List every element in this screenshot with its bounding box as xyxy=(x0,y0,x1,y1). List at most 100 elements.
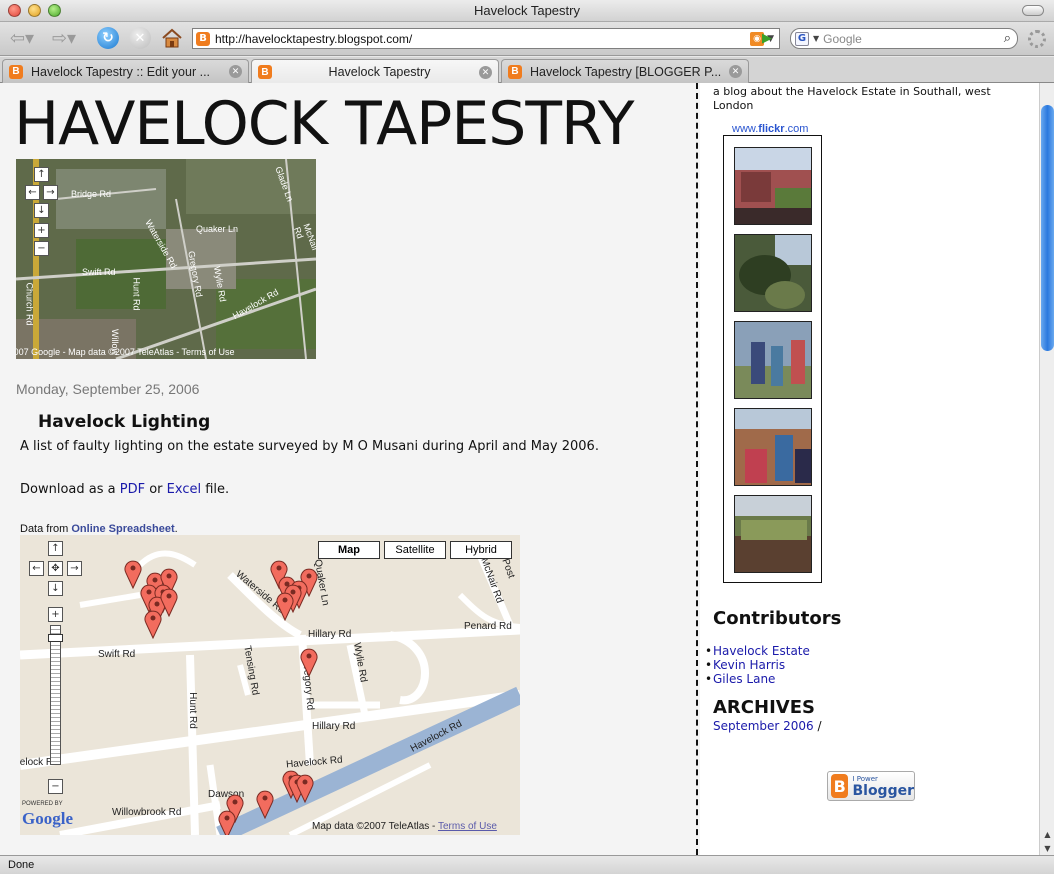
tab-havelock-tapestry[interactable]: B Havelock Tapestry ✕ xyxy=(251,59,499,84)
url-text[interactable]: http://havelocktapestry.blogspot.com/ xyxy=(215,32,750,46)
pan-right-button[interactable]: → xyxy=(43,185,58,200)
map-copyright: ©2007 Google - Map data ©2007 TeleAtlas … xyxy=(16,347,235,357)
tab-close-icon[interactable]: ✕ xyxy=(479,65,492,79)
post-title[interactable]: Havelock Lighting xyxy=(38,412,210,432)
zoom-out-button[interactable]: − xyxy=(48,779,63,794)
stop-button[interactable]: ✕ xyxy=(128,26,152,50)
zoom-in-button[interactable]: + xyxy=(48,607,63,622)
zoom-in-button[interactable]: + xyxy=(34,223,49,238)
pan-up-button[interactable]: ↑ xyxy=(48,541,63,556)
street-label: Swift Rd xyxy=(98,649,136,660)
map-type-map-button[interactable]: Map xyxy=(318,541,380,559)
contributor-link[interactable]: Havelock Estate xyxy=(713,644,810,658)
pan-left-button[interactable]: ← xyxy=(25,185,40,200)
archive-link[interactable]: September 2006 xyxy=(713,719,814,733)
tab-close-icon[interactable]: ✕ xyxy=(229,65,242,78)
map-marker-icon[interactable] xyxy=(160,587,178,617)
map-marker-icon[interactable] xyxy=(296,773,314,803)
list-item: Havelock Estate xyxy=(705,644,810,658)
tab-bar: B Havelock Tapestry :: Edit your ... ✕ B… xyxy=(0,57,1054,84)
pdf-link[interactable]: PDF xyxy=(120,482,145,497)
vertical-scrollbar[interactable]: ▲ ▼ xyxy=(1039,83,1054,855)
tab-close-icon[interactable]: ✕ xyxy=(729,65,742,78)
archive-separator: / xyxy=(817,719,822,733)
street-label: Hillary Rd xyxy=(308,629,352,640)
post-date: Monday, September 25, 2006 xyxy=(16,381,200,397)
street-label: Swift Rd xyxy=(82,267,116,277)
flickr-photo[interactable] xyxy=(734,234,812,312)
google-logo[interactable]: Google xyxy=(22,809,73,829)
blogger-badge[interactable]: B I Power Blogger xyxy=(827,771,915,801)
flickr-photo[interactable] xyxy=(734,495,812,573)
map-type-satellite-button[interactable]: Satellite xyxy=(384,541,446,559)
zoom-slider[interactable] xyxy=(48,625,63,765)
pan-right-button[interactable]: → xyxy=(67,561,82,576)
data-from-suffix: . xyxy=(174,523,178,535)
search-engine-icon[interactable]: G xyxy=(795,31,809,46)
pan-left-button[interactable]: ← xyxy=(29,561,44,576)
download-prefix: Download as a xyxy=(20,482,116,497)
forward-button[interactable]: ⇨▾ xyxy=(46,26,82,50)
blogger-logo-icon: B xyxy=(831,774,849,798)
online-spreadsheet-link[interactable]: Online Spreadsheet xyxy=(71,523,174,535)
scroll-up-button[interactable]: ▲ xyxy=(1040,827,1054,841)
scrollbar-thumb[interactable] xyxy=(1041,105,1054,351)
reload-button[interactable]: ↻ xyxy=(96,26,120,50)
flickr-link[interactable]: www.flickr.com xyxy=(732,123,808,135)
search-box[interactable]: G ▼ Google ⌕ xyxy=(790,28,1018,49)
scroll-down-button[interactable]: ▼ xyxy=(1040,841,1054,855)
map-marker-icon[interactable] xyxy=(276,591,294,621)
browser-window: Havelock Tapestry ⇦▾ ⇨▾ ↻ ✕ B http://hav… xyxy=(0,0,1054,874)
terms-of-use-link[interactable]: Terms of Use xyxy=(438,821,497,832)
street-label: Hillary Rd xyxy=(312,721,356,732)
title-bar: Havelock Tapestry xyxy=(0,0,1054,22)
zoom-out-button[interactable]: − xyxy=(34,241,49,256)
reload-icon: ↻ xyxy=(97,27,119,49)
excel-link[interactable]: Excel xyxy=(167,482,201,497)
page-viewport: HAVELOCK TAPESTRY Bridge Rd Quaker Ln Gl… xyxy=(0,83,1039,855)
tab-blogger-preview[interactable]: B Havelock Tapestry [BLOGGER P... ✕ xyxy=(501,59,749,83)
map-marker-icon[interactable] xyxy=(300,647,318,677)
post-body: A list of faulty lighting on the estate … xyxy=(20,439,599,454)
search-input[interactable]: Google xyxy=(823,32,1004,46)
contributor-link[interactable]: Giles Lane xyxy=(713,672,775,686)
street-map[interactable]: Waterside Rd Quaker Ln McNair Rd Post Pe… xyxy=(20,535,520,835)
map-marker-icon[interactable] xyxy=(218,809,236,835)
home-button[interactable] xyxy=(160,26,184,50)
minus-icon: − xyxy=(51,781,60,792)
flickr-photo[interactable] xyxy=(734,147,812,225)
pan-down-button[interactable]: ↓ xyxy=(48,581,63,596)
pan-center-button[interactable]: ✥ xyxy=(48,561,63,576)
list-item: Kevin Harris xyxy=(705,658,810,672)
go-button[interactable]: ▶ xyxy=(760,30,774,46)
flickr-photo[interactable] xyxy=(734,408,812,486)
flickr-photo[interactable] xyxy=(734,321,812,399)
search-engine-dropdown-icon[interactable]: ▼ xyxy=(813,34,819,43)
contributors-list: Havelock Estate Kevin Harris Giles Lane xyxy=(705,644,810,686)
map-marker-icon[interactable] xyxy=(144,609,162,639)
map-marker-icon[interactable] xyxy=(256,789,274,819)
address-bar[interactable]: B http://havelocktapestry.blogspot.com/ … xyxy=(192,28,780,49)
contributor-link[interactable]: Kevin Harris xyxy=(713,658,785,672)
map-type-hybrid-button[interactable]: Hybrid xyxy=(450,541,512,559)
zoom-slider-thumb[interactable] xyxy=(48,634,63,642)
pan-up-button[interactable]: ↑ xyxy=(34,167,49,182)
sidebar: a blog about the Havelock Estate in Sout… xyxy=(700,83,1039,855)
magnifier-icon[interactable]: ⌕ xyxy=(1004,31,1011,46)
file-suffix: file. xyxy=(205,482,230,497)
pan-down-button[interactable]: ↓ xyxy=(34,203,49,218)
tab-label: Havelock Tapestry [BLOGGER P... xyxy=(530,64,722,79)
street-label: Penard Rd xyxy=(464,621,512,632)
blogger-favicon-icon: B xyxy=(508,64,522,79)
toolbar-toggle-button[interactable] xyxy=(1022,5,1044,16)
go-arrow-icon: ▶ xyxy=(762,30,772,46)
arrow-left-icon: ← xyxy=(32,563,41,574)
column-divider xyxy=(696,83,698,855)
tab-edit[interactable]: B Havelock Tapestry :: Edit your ... ✕ xyxy=(2,59,249,83)
back-button[interactable]: ⇦▾ xyxy=(4,26,40,50)
blogger-favicon-icon: B xyxy=(196,31,210,46)
site-title[interactable]: HAVELOCK TAPESTRY xyxy=(14,89,634,159)
archives-line: September 2006 / xyxy=(713,719,822,733)
status-bar: Done xyxy=(0,855,1054,874)
aerial-map[interactable]: Bridge Rd Quaker Ln Glade Ln McNair Rd W… xyxy=(16,159,316,359)
